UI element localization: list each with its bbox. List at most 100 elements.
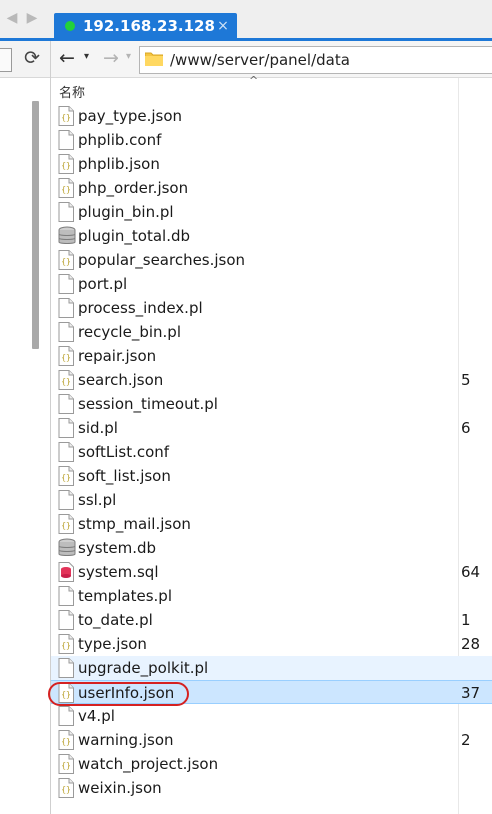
tab-session[interactable]: 192.168.23.128 × bbox=[54, 13, 237, 40]
json-file-icon: {} bbox=[58, 514, 74, 534]
back-history-dropdown-icon[interactable]: ▾ bbox=[84, 51, 89, 62]
file-name: process_index.pl bbox=[78, 299, 203, 317]
file-row[interactable]: ssl.pl bbox=[51, 488, 492, 512]
path-text: /www/server/panel/data bbox=[170, 51, 350, 69]
svg-text:{}: {} bbox=[61, 257, 71, 266]
json-file-icon: {} bbox=[58, 346, 74, 366]
svg-text:{}: {} bbox=[61, 377, 71, 386]
database-file-icon bbox=[58, 538, 76, 558]
file-row[interactable]: {} popular_searches.json bbox=[51, 248, 492, 272]
json-file-icon: {} bbox=[58, 154, 74, 174]
document-file-icon bbox=[58, 418, 74, 438]
file-row[interactable]: {} phplib.json bbox=[51, 152, 492, 176]
json-file-icon: {} bbox=[58, 778, 74, 798]
address-toolbar: ← ▾ → ▾ /www/server/panel/data bbox=[51, 41, 492, 78]
file-name: soft_list.json bbox=[78, 467, 171, 485]
json-file-icon: {} bbox=[58, 250, 74, 270]
refresh-icon[interactable]: ⟳ bbox=[21, 47, 43, 69]
file-row[interactable]: phplib.conf bbox=[51, 128, 492, 152]
file-row[interactable]: system.sql 64 bbox=[51, 560, 492, 584]
file-name: phplib.conf bbox=[78, 131, 162, 149]
left-pane: ⟳ bbox=[0, 41, 51, 814]
file-row[interactable]: system.db bbox=[51, 536, 492, 560]
file-name: plugin_total.db bbox=[78, 227, 191, 245]
document-file-icon bbox=[58, 658, 74, 678]
file-row[interactable]: templates.pl bbox=[51, 584, 492, 608]
file-row[interactable]: recycle_bin.pl bbox=[51, 320, 492, 344]
json-file-icon: {} bbox=[58, 683, 74, 703]
file-row[interactable]: {} watch_project.json bbox=[51, 752, 492, 776]
file-name: templates.pl bbox=[78, 587, 172, 605]
file-name: phplib.json bbox=[78, 155, 160, 173]
file-size: 37 bbox=[461, 684, 481, 702]
left-toolbar: ⟳ bbox=[0, 41, 50, 78]
tab-scroll-left-icon[interactable]: ◀ bbox=[4, 10, 20, 26]
file-row[interactable]: {} pay_type.json bbox=[51, 104, 492, 128]
file-name: repair.json bbox=[78, 347, 157, 365]
file-row[interactable]: upgrade_polkit.pl bbox=[51, 656, 492, 680]
file-size: 5 bbox=[461, 371, 471, 389]
svg-text:{}: {} bbox=[61, 521, 71, 530]
connection-status-icon bbox=[65, 21, 75, 31]
document-file-icon bbox=[58, 490, 74, 510]
file-row[interactable]: {} search.json 5 bbox=[51, 368, 492, 392]
file-name: warning.json bbox=[78, 731, 174, 749]
file-name: softList.conf bbox=[78, 443, 170, 461]
file-row[interactable]: {} repair.json bbox=[51, 344, 492, 368]
document-file-icon bbox=[58, 706, 74, 726]
file-row[interactable]: {} warning.json 2 bbox=[51, 728, 492, 752]
file-row[interactable]: {} stmp_mail.json bbox=[51, 512, 492, 536]
document-file-icon bbox=[58, 130, 74, 150]
file-name: watch_project.json bbox=[78, 755, 219, 773]
left-pane-scrollbar[interactable] bbox=[32, 101, 39, 349]
svg-text:{}: {} bbox=[61, 737, 71, 746]
file-row[interactable]: {} soft_list.json bbox=[51, 464, 492, 488]
file-name: php_order.json bbox=[78, 179, 189, 197]
document-file-icon bbox=[58, 274, 74, 294]
svg-text:{}: {} bbox=[61, 113, 71, 122]
svg-text:{}: {} bbox=[61, 690, 71, 699]
column-name-label: 名称 bbox=[59, 86, 86, 101]
tab-scroll-right-icon[interactable]: ▶ bbox=[24, 10, 40, 26]
file-row[interactable]: plugin_total.db bbox=[51, 224, 492, 248]
file-name: weixin.json bbox=[78, 779, 162, 797]
column-header-name[interactable]: 名称 ^ bbox=[51, 74, 492, 102]
svg-text:{}: {} bbox=[61, 641, 71, 650]
tab-close-icon[interactable]: × bbox=[214, 17, 232, 35]
file-row[interactable]: port.pl bbox=[51, 272, 492, 296]
file-size: 64 bbox=[461, 563, 481, 581]
json-file-icon: {} bbox=[58, 106, 74, 126]
file-row[interactable]: sid.pl 6 bbox=[51, 416, 492, 440]
json-file-icon: {} bbox=[58, 370, 74, 390]
file-row[interactable]: {} userInfo.json 37 bbox=[51, 680, 492, 704]
sql-file-icon bbox=[58, 562, 74, 582]
left-toolbar-button[interactable] bbox=[0, 48, 12, 72]
file-row[interactable]: softList.conf bbox=[51, 440, 492, 464]
file-name: system.sql bbox=[78, 563, 159, 581]
file-name: session_timeout.pl bbox=[78, 395, 218, 413]
file-name: upgrade_polkit.pl bbox=[78, 659, 209, 677]
svg-text:{}: {} bbox=[61, 185, 71, 194]
file-name: popular_searches.json bbox=[78, 251, 246, 269]
back-arrow-icon[interactable]: ← bbox=[59, 48, 75, 68]
path-input[interactable]: /www/server/panel/data bbox=[139, 46, 492, 74]
file-row[interactable]: process_index.pl bbox=[51, 296, 492, 320]
document-file-icon bbox=[58, 322, 74, 342]
document-file-icon bbox=[58, 298, 74, 318]
forward-history-dropdown-icon[interactable]: ▾ bbox=[126, 51, 131, 62]
json-file-icon: {} bbox=[58, 754, 74, 774]
file-name: plugin_bin.pl bbox=[78, 203, 174, 221]
file-row[interactable]: {} type.json 28 bbox=[51, 632, 492, 656]
svg-text:{}: {} bbox=[61, 353, 71, 362]
file-row[interactable]: v4.pl bbox=[51, 704, 492, 728]
svg-text:{}: {} bbox=[61, 161, 71, 170]
file-row[interactable]: session_timeout.pl bbox=[51, 392, 492, 416]
json-file-icon: {} bbox=[58, 730, 74, 750]
forward-arrow-icon[interactable]: → bbox=[103, 48, 119, 68]
svg-text:{}: {} bbox=[61, 785, 71, 794]
file-row[interactable]: {} weixin.json bbox=[51, 776, 492, 800]
file-row[interactable]: to_date.pl 1 bbox=[51, 608, 492, 632]
folder-icon bbox=[145, 52, 163, 66]
file-row[interactable]: plugin_bin.pl bbox=[51, 200, 492, 224]
file-row[interactable]: {} php_order.json bbox=[51, 176, 492, 200]
